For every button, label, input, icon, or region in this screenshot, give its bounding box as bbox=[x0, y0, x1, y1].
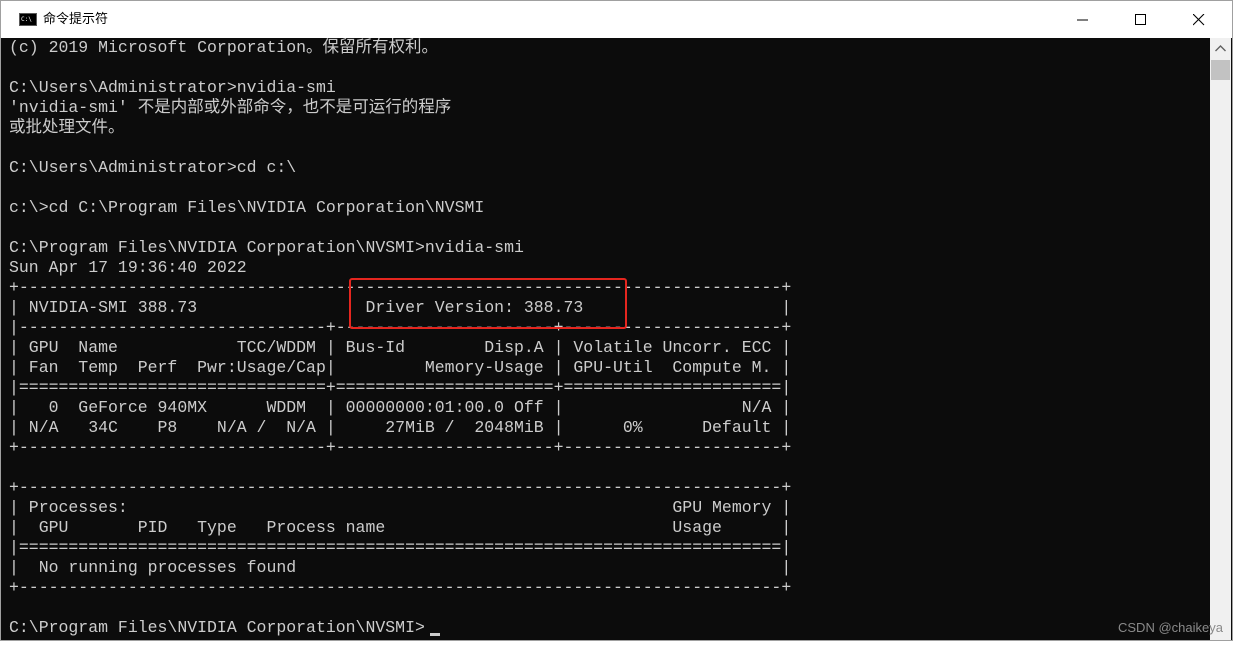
minimize-button[interactable] bbox=[1054, 1, 1112, 38]
console-text: (c) 2019 Microsoft Corporation。保留所有权利。 C… bbox=[9, 38, 792, 637]
scroll-up-button[interactable] bbox=[1210, 38, 1231, 59]
console-app-icon[interactable]: C:\ bbox=[19, 13, 37, 26]
close-button[interactable] bbox=[1170, 1, 1228, 38]
cmd-window: C:\ 命令提示符 (c) 2019 Microsoft Corporation… bbox=[0, 0, 1233, 641]
title-bar[interactable]: C:\ 命令提示符 bbox=[1, 1, 1232, 38]
scroll-thumb[interactable] bbox=[1211, 60, 1230, 80]
maximize-button[interactable] bbox=[1112, 1, 1170, 38]
chevron-up-icon bbox=[1215, 45, 1226, 52]
driver-version-highlight bbox=[349, 278, 627, 329]
minimize-icon bbox=[1077, 19, 1088, 21]
console-output[interactable]: (c) 2019 Microsoft Corporation。保留所有权利。 C… bbox=[1, 38, 1210, 640]
maximize-icon bbox=[1135, 14, 1146, 25]
text-cursor bbox=[430, 633, 440, 636]
window-title: 命令提示符 bbox=[43, 12, 109, 27]
watermark-text: CSDN @chaikeya bbox=[1118, 620, 1223, 635]
close-icon bbox=[1193, 14, 1205, 26]
vertical-scrollbar[interactable] bbox=[1210, 38, 1231, 640]
